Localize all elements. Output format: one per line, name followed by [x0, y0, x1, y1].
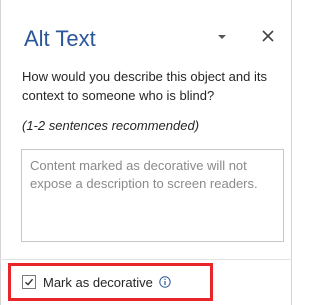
divider — [0, 259, 292, 260]
mark-decorative-label: Mark as decorative — [43, 274, 153, 290]
mark-decorative-row[interactable]: Mark as decorative — [22, 273, 171, 291]
alt-text-pane: Alt Text How would you describe this obj… — [0, 0, 292, 305]
chevron-down-icon[interactable] — [215, 32, 229, 42]
pane-title: Alt Text — [24, 26, 96, 51]
info-icon[interactable] — [159, 276, 171, 288]
description-prompt: How would you describe this object and i… — [22, 69, 267, 103]
description-placeholder: Content marked as decorative will not ex… — [30, 158, 258, 191]
sentence-hint: (1-2 sentences recommended) — [22, 118, 200, 133]
mark-decorative-checkbox[interactable] — [22, 275, 36, 289]
description-textarea[interactable]: Content marked as decorative will not ex… — [21, 149, 284, 242]
close-icon[interactable] — [261, 29, 275, 43]
checkmark-icon — [25, 278, 34, 286]
